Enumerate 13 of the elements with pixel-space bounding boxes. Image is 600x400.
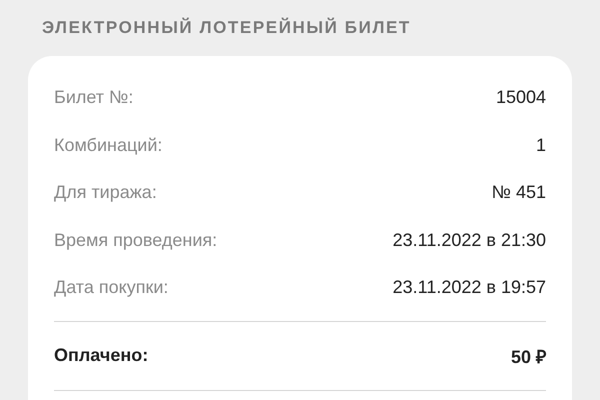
detail-value: 23.11.2022 в 21:30	[392, 230, 546, 251]
detail-value: 1	[536, 134, 546, 156]
total-value: 50 ₽	[510, 346, 546, 368]
total-label: Оплачено:	[54, 345, 148, 366]
detail-value: 23.11.2022 в 19:57	[392, 277, 546, 298]
detail-label: Время проведения:	[54, 230, 218, 251]
detail-label: Билет №:	[54, 87, 134, 108]
ticket-title: ЭЛЕКТРОННЫЙ ЛОТЕРЕЙНЫЙ БИЛЕТ	[42, 16, 411, 39]
detail-label: Комбинаций:	[54, 134, 162, 156]
detail-value: № 451	[492, 182, 546, 204]
detail-value: 15004	[496, 87, 546, 108]
detail-label: Дата покупки:	[54, 277, 168, 298]
detail-label: Для тиража:	[54, 182, 157, 204]
